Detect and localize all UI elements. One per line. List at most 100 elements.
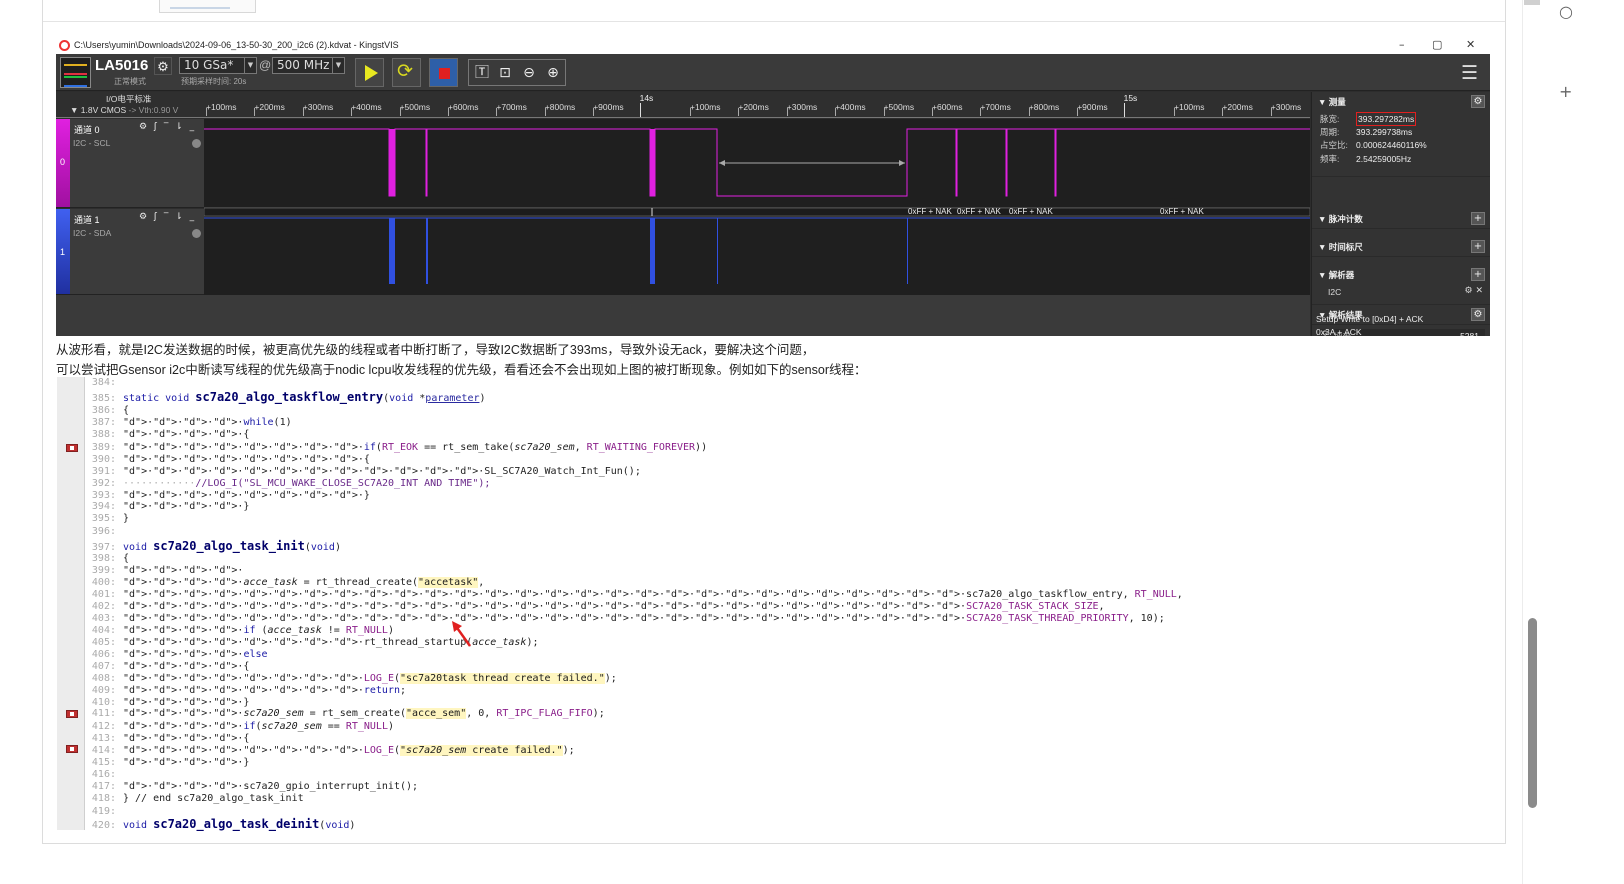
restore-button[interactable]: ▢	[1432, 38, 1442, 51]
ruler-tick: +200ms	[254, 102, 285, 116]
code-line: 387: "d">·"d">·"d">·"d">·while(1)	[85, 417, 292, 429]
code-line: 385: static void sc7a20_algo_taskflow_ent…	[85, 391, 486, 404]
decode-label[interactable]: 0xFF + NAK	[1160, 208, 1204, 216]
page: ○ + C:\Users\yumin\Downloads\2024-09-06_…	[0, 0, 1624, 884]
scrollbar-top	[1524, 0, 1540, 5]
code-text: "d">·"d">·"d">·"d">·if (acce_task != RT_…	[123, 625, 394, 636]
time-ruler-section: ▼ 时间标尺 +	[1312, 237, 1490, 257]
menu-icon[interactable]: ☰	[1461, 62, 1478, 84]
text-tool-icon[interactable]: 🅃	[473, 64, 491, 82]
code-line: 400: "d">·"d">·"d">·"d">·acce_task = rt_t…	[85, 577, 484, 589]
zoom-out-icon[interactable]: ⊖	[520, 64, 538, 82]
channel-0-tools-icon[interactable]: ⚙ ʃ ‾ ⇂ _	[139, 122, 196, 132]
decode-labels: 0xFF + NAK 0xFF + NAK 0xFF + NAK 0xFF + …	[907, 208, 1310, 216]
ruler-tick: +500ms	[883, 102, 915, 116]
analyzer-header[interactable]: ▼ 解析器	[1318, 269, 1354, 281]
code-line: 386: {	[85, 405, 129, 417]
line-number: 399:	[91, 565, 116, 576]
ruler-tick: +600ms	[448, 102, 479, 116]
close-button[interactable]: ✕	[1466, 38, 1475, 51]
sample-time: 预期采样时间: 20s	[181, 77, 247, 86]
ruler-tick: +100ms	[206, 102, 237, 116]
io-vth: -> Vth:0.90 V	[128, 105, 179, 115]
code-line: 399: "d">·"d">·"d">·"d">·	[85, 565, 244, 577]
result-line[interactable]: Setup Write to [0xD4] + ACK	[1316, 314, 1423, 324]
result-line[interactable]: 0x3A + ACK	[1316, 327, 1362, 336]
code-text: "d">·"d">·"d">·"d">·"d">·"d">·"d">·"d">·…	[123, 637, 539, 648]
line-number: 395:	[91, 513, 116, 524]
add-icon[interactable]: +	[1471, 268, 1485, 281]
measure-header[interactable]: ▼ 测量	[1318, 96, 1346, 108]
line-number: 420:	[91, 820, 116, 831]
io-level-value: ▼ 1.8V CMOS	[70, 105, 127, 115]
scrollbar-thumb[interactable]	[1528, 618, 1537, 808]
device-settings-gear-icon[interactable]: ⚙	[154, 57, 172, 75]
code-line: 406: "d">·"d">·"d">·"d">·else	[85, 649, 268, 661]
time-ruler[interactable]: +100ms +200ms +300ms +400ms +500ms +600ms +700…	[204, 92, 1310, 118]
frequency-select[interactable]: 500 MHz ▼	[272, 57, 345, 74]
line-number: 404:	[91, 625, 116, 636]
period-key: 周期:	[1320, 127, 1340, 137]
sda-edge-2	[907, 218, 908, 284]
results-settings-gear-icon[interactable]: ⚙	[1471, 308, 1485, 321]
channel-0[interactable]: 通道 0 I2C - SCL ⚙ ʃ ‾ ⇂ _ 0	[56, 119, 204, 208]
decode-label[interactable]: 0xFF + NAK	[1009, 208, 1053, 216]
code-line: 396:	[85, 526, 123, 538]
channel-1[interactable]: 通道 1 I2C - SDA ⚙ ʃ ‾ ⇂ _ 1	[56, 209, 204, 295]
window-titlebar: C:\Users\yumin\Downloads\2024-09-06_13-5…	[56, 37, 1490, 54]
freq-key: 频率:	[1320, 154, 1340, 164]
code-text: "d">·"d">·"d">·"d">·"d">·"d">·"d">·"d">·…	[123, 442, 708, 453]
io-level-select[interactable]: ▼ 1.8V CMOS -> Vth:0.90 V	[70, 105, 178, 115]
code-line: 418:} // end sc7a20_algo_task_init	[85, 793, 310, 805]
analyzer-item-tools-icon[interactable]: ⚙ ✕	[1465, 286, 1483, 296]
channel-0-name: 通道 0	[74, 125, 100, 135]
code-text: "d">·"d">·"d">·"d">·"d">·"d">·"d">·"d">·…	[123, 613, 1165, 624]
channel-0-status-dot	[192, 139, 201, 148]
line-number: 388:	[91, 429, 116, 440]
line-number: 391:	[91, 466, 116, 477]
code-line: 395:}	[85, 513, 129, 525]
time-ruler-header[interactable]: ▼ 时间标尺	[1318, 241, 1363, 253]
code-line: 392: ············//LOG_I("SL_MCU_WAKE_CLO…	[85, 478, 490, 490]
period-row: 周期: 393.299738ms	[1320, 126, 1412, 138]
code-line: 415: "d">·"d">·"d">·"d">·}	[85, 757, 250, 769]
decode-label[interactable]: 0xFF + NAK	[908, 208, 952, 216]
image-thumbnail[interactable]	[159, 0, 256, 13]
ruler-tick: +800ms	[544, 102, 576, 116]
decode-label[interactable]: 0xFF + NAK	[957, 208, 1001, 216]
line-number: 398:	[91, 553, 116, 564]
line-number: 402:	[91, 601, 116, 612]
code-line: 414: "d">·"d">·"d">·"d">·"d">·"d">·"d">·"…	[85, 745, 575, 757]
code-text: "d">·"d">·"d">·"d">·sc7a20_sem = rt_sem_…	[123, 708, 605, 719]
code-line: 409: "d">·"d">·"d">·"d">·"d">·"d">·"d">·"…	[85, 685, 406, 697]
code-line: 411: "d">·"d">·"d">·"d">·sc7a20_sem = rt_…	[85, 708, 605, 720]
measure-section: ▼ 测量 ⚙ 脉宽: 393.297282ms 周期: 393.299738ms 占…	[1312, 92, 1490, 177]
search-icon[interactable]: ○	[1559, 2, 1573, 21]
code-text: void sc7a20_algo_task_init(void)	[123, 539, 341, 553]
add-icon[interactable]: +	[1471, 212, 1485, 225]
minimize-button[interactable]: –	[1399, 38, 1405, 51]
ruler-tick: +300ms	[302, 102, 334, 116]
zoom-fit-icon[interactable]: ⊡	[496, 64, 514, 82]
measure-settings-gear-icon[interactable]: ⚙	[1471, 95, 1485, 108]
line-number: 401:	[91, 589, 116, 600]
line-number: 416:	[91, 769, 116, 780]
ruler-tick: +300ms	[1270, 102, 1302, 116]
zoom-in-icon[interactable]: ⊕	[544, 64, 562, 82]
add-icon[interactable]: +	[1471, 240, 1485, 253]
repeat-button[interactable]	[392, 58, 421, 87]
line-number: 396:	[91, 526, 116, 537]
pulse-count-header[interactable]: ▼ 脉冲计数	[1318, 213, 1363, 225]
start-button[interactable]	[355, 58, 384, 87]
sample-rate-select[interactable]: 10 GSa* ▼	[179, 57, 257, 74]
plus-icon[interactable]: +	[1559, 82, 1572, 101]
ruler-tick: +200ms	[1222, 102, 1253, 116]
analyzer-item[interactable]: I2C	[1328, 287, 1341, 297]
line-number: 392:	[91, 478, 116, 489]
scl-burst-2	[650, 129, 655, 196]
waveform-svg	[204, 128, 1310, 284]
channel-1-tools-icon[interactable]: ⚙ ʃ ‾ ⇂ _	[139, 212, 196, 222]
line-number: 389:	[91, 442, 116, 453]
pulse-width-row: 脉宽: 393.297282ms	[1320, 112, 1417, 126]
stop-button[interactable]	[429, 58, 458, 87]
